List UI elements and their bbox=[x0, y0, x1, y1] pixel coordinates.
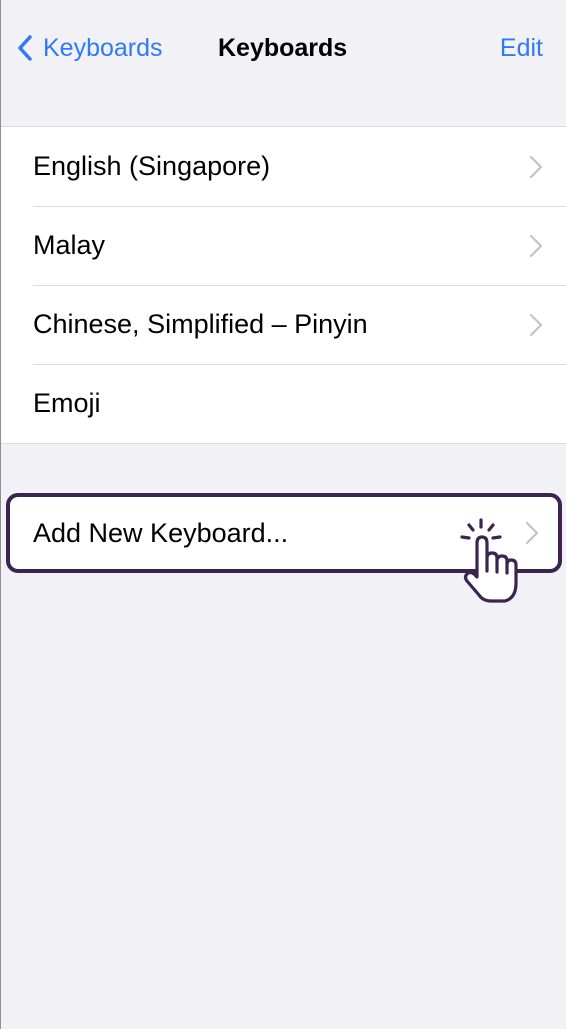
keyboard-row-emoji[interactable]: Emoji bbox=[1, 364, 566, 443]
keyboards-list: English (Singapore) Malay Chinese, Simpl… bbox=[1, 126, 566, 444]
chevron-right-icon bbox=[529, 155, 543, 178]
back-button[interactable]: Keyboards bbox=[17, 28, 163, 68]
add-new-keyboard-label: Add New Keyboard... bbox=[33, 517, 289, 548]
keyboard-label: English (Singapore) bbox=[33, 151, 271, 181]
page-title: Keyboards bbox=[218, 33, 348, 62]
chevron-right-icon bbox=[529, 234, 543, 257]
keyboard-label: Emoji bbox=[33, 388, 101, 418]
chevron-right-icon bbox=[525, 521, 539, 545]
keyboard-row-english-singapore[interactable]: English (Singapore) bbox=[1, 127, 566, 206]
back-button-label: Keyboards bbox=[43, 33, 163, 62]
chevron-right-icon bbox=[529, 313, 543, 336]
tap-hand-icon bbox=[460, 518, 518, 603]
navigation-bar: Keyboards Keyboards Edit bbox=[1, 0, 566, 94]
chevron-left-icon bbox=[18, 35, 32, 61]
keyboard-row-chinese-pinyin[interactable]: Chinese, Simplified – Pinyin bbox=[1, 285, 566, 364]
keyboard-label: Malay bbox=[33, 230, 106, 260]
keyboard-label: Chinese, Simplified – Pinyin bbox=[33, 309, 368, 339]
edit-button[interactable]: Edit bbox=[500, 28, 543, 68]
keyboard-row-malay[interactable]: Malay bbox=[1, 206, 566, 285]
